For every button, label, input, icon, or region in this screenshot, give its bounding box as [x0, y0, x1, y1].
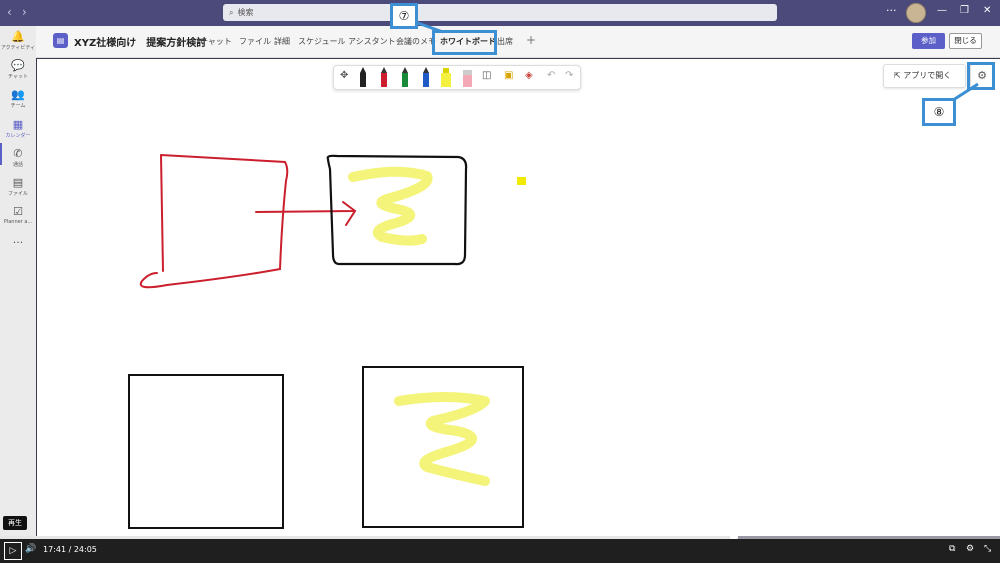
yellow-highlighter-scribble-lower	[394, 392, 490, 486]
search-input[interactable]: ⌕ 検索	[223, 4, 777, 21]
fullscreen-icon[interactable]: ⤡	[984, 544, 991, 554]
open-in-app-label: アプリで開く	[903, 71, 952, 80]
play-tooltip: 再生	[3, 516, 27, 530]
callout-eight: ⑧	[922, 98, 956, 126]
volume-icon[interactable]: 🔊	[25, 544, 36, 554]
rail-item-label: チャット	[8, 74, 28, 80]
pen-black-icon	[360, 67, 366, 87]
maximize-icon[interactable]: ❐	[960, 5, 969, 16]
rail-item-label: アクティビティ	[0, 45, 36, 51]
calendar-icon: ▦	[12, 118, 24, 131]
play-icon: ▷	[9, 546, 17, 556]
more-options-icon[interactable]: ···	[886, 4, 897, 17]
captions-icon[interactable]: ⧉	[949, 544, 955, 554]
yellow-highlighter-scribble	[348, 166, 433, 246]
whiteboard-drawing	[128, 154, 526, 529]
whiteboard-toolbar: ✥ ◫ ▣ ◈ ↶ ↷	[333, 65, 581, 90]
file-icon: ▤	[12, 176, 24, 189]
red-hand-drawn-frame	[139, 154, 289, 289]
reactions-icon[interactable]: ◈	[525, 70, 533, 81]
tab-scheduling-assistant[interactable]: スケジュール アシスタント	[298, 36, 396, 47]
move-tool-icon[interactable]: ✥	[340, 70, 348, 81]
undo-icon[interactable]: ↶	[547, 70, 555, 81]
forward-arrow-icon[interactable]: ›	[22, 5, 27, 19]
redo-icon[interactable]: ↷	[565, 70, 573, 81]
red-arrow	[255, 201, 357, 226]
page-title: XYZ社様向け 提案方針検討	[74, 38, 207, 49]
meeting-header: ▤ XYZ社様向け 提案方針検討 チャット ファイル 詳細 スケジュール アシス…	[36, 26, 1000, 58]
pen-green-icon	[402, 67, 408, 87]
callout-seven: ⑦	[390, 3, 418, 29]
rail-item-calendar[interactable]: ▦ カレンダー	[0, 118, 36, 139]
search-placeholder: 検索	[237, 8, 254, 17]
rail-item-label: ファイル	[7, 191, 28, 197]
join-button[interactable]: 参加	[912, 33, 945, 49]
pen-tools	[360, 67, 472, 87]
external-link-icon: ⇱	[894, 71, 901, 80]
rail-item-teams[interactable]: 👥 チーム	[0, 88, 36, 109]
planner-icon: ☑	[13, 205, 23, 218]
rail-item-chat[interactable]: 💬 チャット	[0, 59, 36, 80]
teams-window: ‹ › ⌕ 検索 ··· — ❐ ✕ 🔔 アクティビティ 💬 チャット 👥 チーム…	[0, 0, 1000, 563]
tab-details[interactable]: 詳細	[274, 36, 290, 47]
search-icon: ⌕	[229, 8, 234, 17]
add-tab-icon[interactable]: +	[526, 33, 536, 47]
more-apps-icon: ···	[12, 236, 24, 249]
close-button[interactable]: 閉じる	[949, 33, 982, 49]
rail-item-activity[interactable]: 🔔 アクティビティ	[0, 30, 36, 51]
tab-files[interactable]: ファイル	[239, 36, 271, 47]
eraser-icon	[463, 70, 472, 87]
back-arrow-icon[interactable]: ‹	[7, 5, 12, 19]
avatar[interactable]	[906, 3, 926, 23]
close-window-icon[interactable]: ✕	[983, 5, 991, 16]
tab-chat[interactable]: チャット	[200, 36, 232, 47]
rail-item-files[interactable]: ▤ ファイル	[0, 176, 36, 197]
chat-icon: 💬	[11, 59, 25, 72]
highlighter-yellow-icon	[441, 68, 451, 87]
player-settings-icon[interactable]: ⚙	[966, 544, 974, 554]
playback-time: 17:41 / 24:05	[43, 545, 97, 554]
rail-item-planner[interactable]: ☑ Planner a...	[0, 205, 36, 225]
rail-item-more[interactable]: ···	[0, 236, 36, 249]
teams-icon: 👥	[11, 88, 25, 101]
whiteboard-canvas[interactable]: ✥ ◫ ▣ ◈ ↶ ↷ ⇱ アプリで開く ⚙	[37, 59, 1000, 538]
pen-blue-icon	[423, 67, 429, 87]
bell-icon: 🔔	[11, 30, 25, 43]
rail-item-calls[interactable]: ✆ 通話	[0, 147, 36, 168]
calendar-event-icon: ▤	[53, 33, 68, 48]
rail-item-label: チーム	[10, 103, 26, 109]
minimize-icon[interactable]: —	[937, 5, 947, 16]
video-player-bar: ▷ 🔊 17:41 / 24:05 ⧉ ⚙ ⤡	[0, 539, 1000, 563]
app-rail: 🔔 アクティビティ 💬 チャット 👥 チーム ▦ カレンダー ✆ 通話 ▤ ファ…	[0, 26, 36, 538]
tab-attendance[interactable]: 出席	[497, 36, 513, 47]
rail-item-label: カレンダー	[5, 133, 31, 139]
play-button[interactable]: ▷	[4, 542, 22, 560]
black-square-left	[128, 374, 284, 529]
title-bar: ‹ › ⌕ 検索 ··· — ❐ ✕	[0, 0, 1000, 26]
sticky-note-icon[interactable]: ▣	[504, 70, 513, 81]
rail-item-label: 通話	[12, 162, 23, 168]
phone-icon: ✆	[13, 147, 23, 160]
rail-item-label: Planner a...	[3, 219, 33, 225]
yellow-sticky-dot	[517, 177, 526, 185]
pen-red-icon	[381, 67, 387, 87]
black-square-right	[362, 366, 524, 528]
shapes-icon[interactable]: ◫	[482, 70, 491, 81]
